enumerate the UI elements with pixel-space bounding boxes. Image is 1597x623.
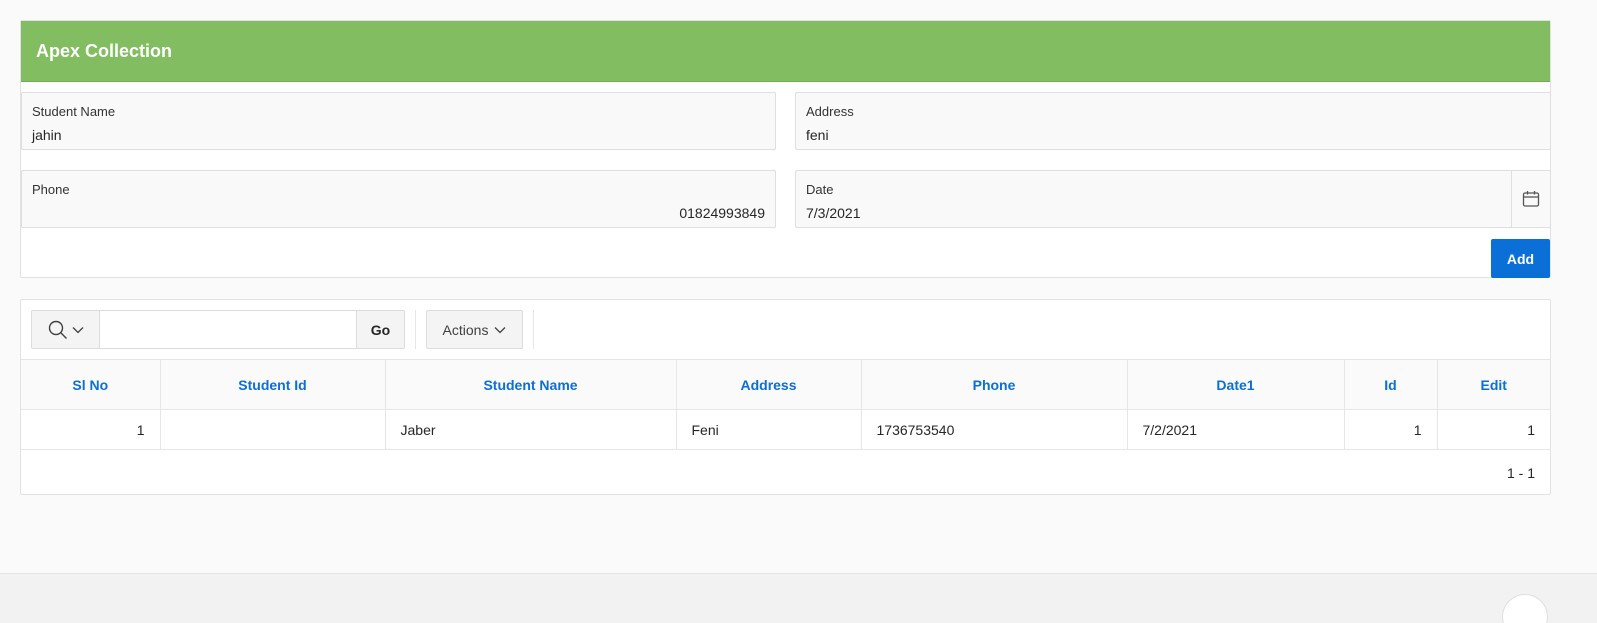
student-name-label: Student Name [32,104,116,119]
calendar-icon [1522,191,1540,207]
actions-label: Actions [442,321,489,338]
form-region: Apex Collection Student Name jahin Addre… [20,20,1551,278]
region-title: Apex Collection [36,40,173,61]
search-group: Go [31,310,405,349]
search-input[interactable] [100,311,356,348]
column-header[interactable]: Edit [1437,359,1550,410]
cell-id: 1 [1344,409,1438,450]
report-toolbar: Go Actions [31,310,544,349]
date-label: Date [806,182,834,197]
column-header[interactable]: Date1 [1127,359,1345,410]
cell-edit[interactable]: 1 [1437,409,1550,450]
cell-student-name: Jaber [385,409,677,450]
cell-sl-no: 1 [21,409,161,450]
phone-label: Phone [32,182,70,197]
search-column-menu[interactable] [32,311,100,348]
scroll-to-top-button[interactable] [1502,594,1548,623]
search-icon [48,320,67,339]
phone-field[interactable]: Phone 01824993849 [21,170,776,228]
phone-value[interactable]: 01824993849 [679,205,765,221]
go-button[interactable]: Go [356,311,404,348]
cell-address: Feni [676,409,862,450]
student-name-value[interactable]: jahin [32,127,62,143]
report-table: Sl No Student Id Student Name Address Ph… [21,359,1550,450]
date-field[interactable]: Date 7/3/2021 [795,170,1551,228]
calendar-button[interactable] [1511,171,1550,227]
column-header[interactable]: Student Name [385,359,677,410]
address-value[interactable]: feni [806,127,829,143]
column-header[interactable]: Student Id [160,359,386,410]
chevron-down-icon [72,326,83,333]
address-label: Address [806,104,854,119]
region-header: Apex Collection [21,21,1550,82]
toolbar-separator [415,310,416,349]
address-field[interactable]: Address feni [795,92,1551,150]
table-header-row: Sl No Student Id Student Name Address Ph… [21,359,1550,410]
cell-phone: 1736753540 [861,409,1128,450]
actions-button[interactable]: Actions [426,310,523,349]
column-header[interactable]: Id [1344,359,1438,410]
page-footer [0,573,1597,623]
pagination: 1 - 1 [1506,465,1535,481]
student-name-field[interactable]: Student Name jahin [21,92,776,150]
toolbar-separator [533,310,534,349]
column-header[interactable]: Sl No [21,359,161,410]
column-header[interactable]: Address [676,359,862,410]
column-header[interactable]: Phone [861,359,1128,410]
cell-date1: 7/2/2021 [1127,409,1345,450]
table-row: 1 Jaber Feni 1736753540 7/2/2021 1 1 [21,409,1550,450]
report-region: Go Actions Sl No Student Id Student Name… [20,299,1551,495]
add-button[interactable]: Add [1491,239,1550,278]
cell-student-id [160,409,386,450]
chevron-down-icon [494,326,506,333]
date-value[interactable]: 7/3/2021 [806,205,861,221]
